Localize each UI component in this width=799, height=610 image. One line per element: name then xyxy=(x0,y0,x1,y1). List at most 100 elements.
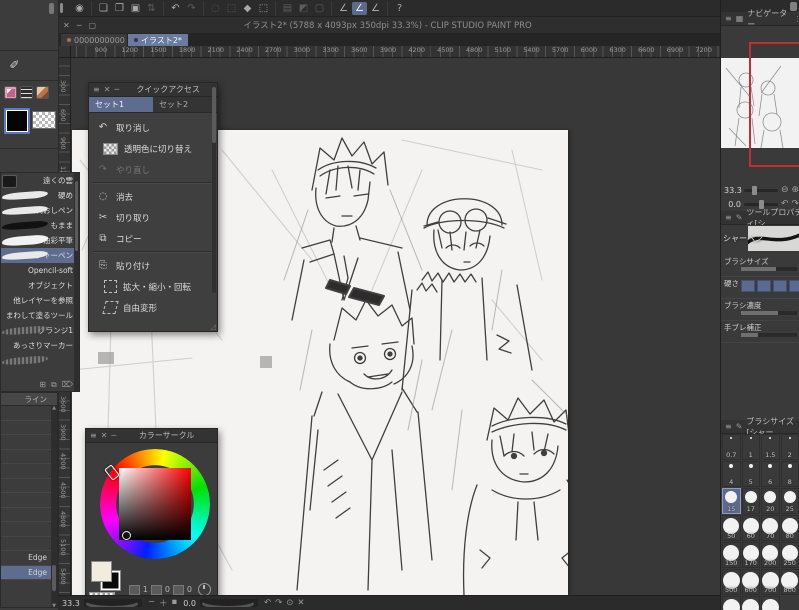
toolbar-logo-button[interactable]: ◉ xyxy=(72,2,87,15)
zoom-in-icon[interactable]: ⊕ xyxy=(792,185,799,195)
brush-size-60[interactable]: 60 xyxy=(741,515,760,541)
toolbar-lasso-button[interactable]: ◌ xyxy=(208,2,223,15)
tool-param-手ブレ補正[interactable]: 手ブレ補正 xyxy=(721,320,799,343)
subtool-item-Opencil-soft[interactable]: Opencil-soft xyxy=(1,263,79,278)
tool-param-ブラシ濃度[interactable]: ブラシ濃度 xyxy=(721,298,799,321)
brush-size-0.7[interactable]: 0.7 xyxy=(722,434,741,460)
subtool-item-グランジ1[interactable]: グランジ1 xyxy=(1,323,79,338)
status-zoom-slider[interactable] xyxy=(83,599,142,607)
toolbar-grad-button[interactable]: ◩ xyxy=(296,2,311,15)
document-tab-1[interactable]: イラスト2* xyxy=(128,34,188,46)
horizontal-ruler[interactable]: 900 1200 1500 1800 2100 2400 2700 3000 3300 3600 3… xyxy=(58,46,720,58)
brush-size-170[interactable]: 170 xyxy=(741,542,760,568)
brush-size-50[interactable]: 50 xyxy=(722,515,741,541)
quick-access-item[interactable]: 自由変形 xyxy=(89,297,217,318)
subtool-item-遠くの雲[interactable]: 遠くの雲 xyxy=(1,173,79,188)
status-rotation-value[interactable]: 0.0 xyxy=(183,599,196,608)
panel-menu-icon[interactable]: ≡ xyxy=(93,85,100,94)
navigator-rotation-slider[interactable] xyxy=(744,199,778,209)
toolbar-save-button[interactable]: ▣ xyxy=(128,2,143,15)
subtool-item[interactable] xyxy=(1,353,79,368)
line-tool-row[interactable] xyxy=(1,479,57,493)
toolbar-open-button[interactable]: ❐ xyxy=(112,2,127,15)
artwork-material-icon[interactable] xyxy=(36,86,49,99)
quick-access-scrollbar[interactable] xyxy=(212,85,216,293)
transparent-color-swatch[interactable] xyxy=(32,111,56,129)
subtool-item-オブジェクト[interactable]: オブジェクト xyxy=(1,278,79,293)
status-plus-icon[interactable]: ＋ xyxy=(157,597,170,609)
brush-size-150[interactable]: 150 xyxy=(722,542,741,568)
eyedropper-tool-icon[interactable]: ✎ xyxy=(8,59,22,69)
toolbar-select-button[interactable]: ⬚ xyxy=(224,2,239,15)
line-tool-row[interactable] xyxy=(1,450,57,464)
subtool-scrollbar[interactable] xyxy=(74,173,79,391)
line-tool-row[interactable] xyxy=(1,508,57,522)
foreground-color-swatch[interactable] xyxy=(91,561,112,582)
brush-size-6[interactable]: 6 xyxy=(761,461,780,487)
brush-size-500[interactable]: 500 xyxy=(722,569,741,595)
line-tool-row[interactable] xyxy=(1,493,57,508)
main-color-swatch[interactable] xyxy=(4,108,30,134)
stripe-material-icon[interactable] xyxy=(20,86,33,99)
subtool-item-あっさりマーカー[interactable]: あっさりマーカー xyxy=(1,338,79,353)
toolbar-snap3-button[interactable]: ∠ xyxy=(368,2,383,15)
quick-access-item[interactable]: ↷ やり直し xyxy=(89,159,217,180)
navigator-zoom-slider[interactable] xyxy=(744,185,778,195)
quick-access-item[interactable]: ◌ 消去 xyxy=(89,186,217,207)
line-tool-item-Edge[interactable]: Edge xyxy=(1,551,57,566)
toolbar-help-button[interactable]: ? xyxy=(392,2,407,15)
brush-size-250[interactable]: 250 xyxy=(780,542,799,568)
brush-size-17[interactable]: 17 xyxy=(741,488,760,514)
subtool-item-カスれおしペン[interactable]: カスれおしペン xyxy=(1,203,79,218)
brush-size-25[interactable]: 25 xyxy=(780,488,799,514)
navigator-zoom-value[interactable]: 33.3 xyxy=(724,186,742,195)
brush-size-1[interactable]: 1 xyxy=(741,434,760,460)
dock-scroll-nub[interactable] xyxy=(49,3,54,14)
toolbar-new-button[interactable]: ❏ xyxy=(96,2,111,15)
brush-material-icon[interactable] xyxy=(4,86,17,99)
duplicate-subtool-icon[interactable]: ⧉ xyxy=(51,380,57,390)
subtool-item-もまま[interactable]: もまま xyxy=(1,218,79,233)
brush-size-200[interactable]: 200 xyxy=(761,542,780,568)
quick-access-tab-2[interactable]: セット2 xyxy=(153,97,217,112)
panel-minimize-icon[interactable]: ─ xyxy=(114,85,119,94)
panel-menu-icon[interactable]: ≡ xyxy=(725,14,732,23)
brush-size-800[interactable]: 800 xyxy=(780,569,799,595)
toolbar-layer-button[interactable]: ▤ xyxy=(280,2,295,15)
subtool-item-油彩平筆[interactable]: 油彩平筆 xyxy=(1,233,79,248)
line-tool-row[interactable] xyxy=(1,435,57,450)
subtool-item-他レイヤーを参照[interactable]: 他レイヤーを参照 xyxy=(1,293,79,308)
quick-access-item[interactable]: ⎘ 貼り付け xyxy=(89,255,217,276)
line-tool-row[interactable] xyxy=(1,537,57,551)
panel-menu-icon[interactable]: ≡ xyxy=(725,422,732,431)
quick-access-item[interactable]: ⧉ コピー xyxy=(89,228,217,249)
status-minus-icon[interactable]: − xyxy=(146,597,157,609)
brush-size-2000[interactable]: 2000 xyxy=(761,596,780,610)
status-close-icon[interactable]: ✕ xyxy=(295,598,306,608)
status-fit-icon[interactable]: ▪ xyxy=(169,597,179,609)
subtool-item-まわして塗るツール[interactable]: まわして塗るツール xyxy=(1,308,79,323)
brush-size-15[interactable]: 15 xyxy=(722,488,741,514)
toolbar-snap1-button[interactable]: ∠ xyxy=(336,2,351,15)
tool-param-硬さ[interactable]: 硬さ xyxy=(721,276,799,299)
toolbar-undo-button[interactable]: ↶ xyxy=(168,2,183,15)
panel-menu-icon[interactable]: ≡ xyxy=(90,431,97,440)
brush-size-20[interactable]: 20 xyxy=(761,488,780,514)
panel-minimize-icon[interactable]: ─ xyxy=(111,431,116,440)
line-tool-row[interactable] xyxy=(1,406,57,421)
add-subtool-icon[interactable]: ⊞ xyxy=(39,380,46,390)
toolbar-fill-button[interactable]: ◆ xyxy=(240,2,255,15)
document-tab-0[interactable]: 0000000000 xyxy=(61,34,127,46)
brush-size-1.5[interactable]: 1.5 xyxy=(761,434,780,460)
line-tool-row[interactable] xyxy=(1,464,57,479)
subtool-item-シャーペン[interactable]: シャーペン xyxy=(1,248,79,263)
status-rot-l-icon[interactable]: ↶ xyxy=(262,598,273,608)
zoom-out-icon[interactable]: ⊖ xyxy=(781,185,789,195)
tab-line[interactable]: ライン xyxy=(1,393,57,406)
saturation-value-square[interactable] xyxy=(119,468,191,540)
toolbar-square-button[interactable]: ▢ xyxy=(312,2,327,15)
line-palette-scrollbar[interactable]: ▲ ▼ xyxy=(51,405,57,607)
line-tool-item-Edge[interactable]: Edge xyxy=(1,565,57,580)
brush-size-1500[interactable]: 1500 xyxy=(722,596,741,610)
quick-access-item[interactable]: ✂ 切り取り xyxy=(89,207,217,228)
